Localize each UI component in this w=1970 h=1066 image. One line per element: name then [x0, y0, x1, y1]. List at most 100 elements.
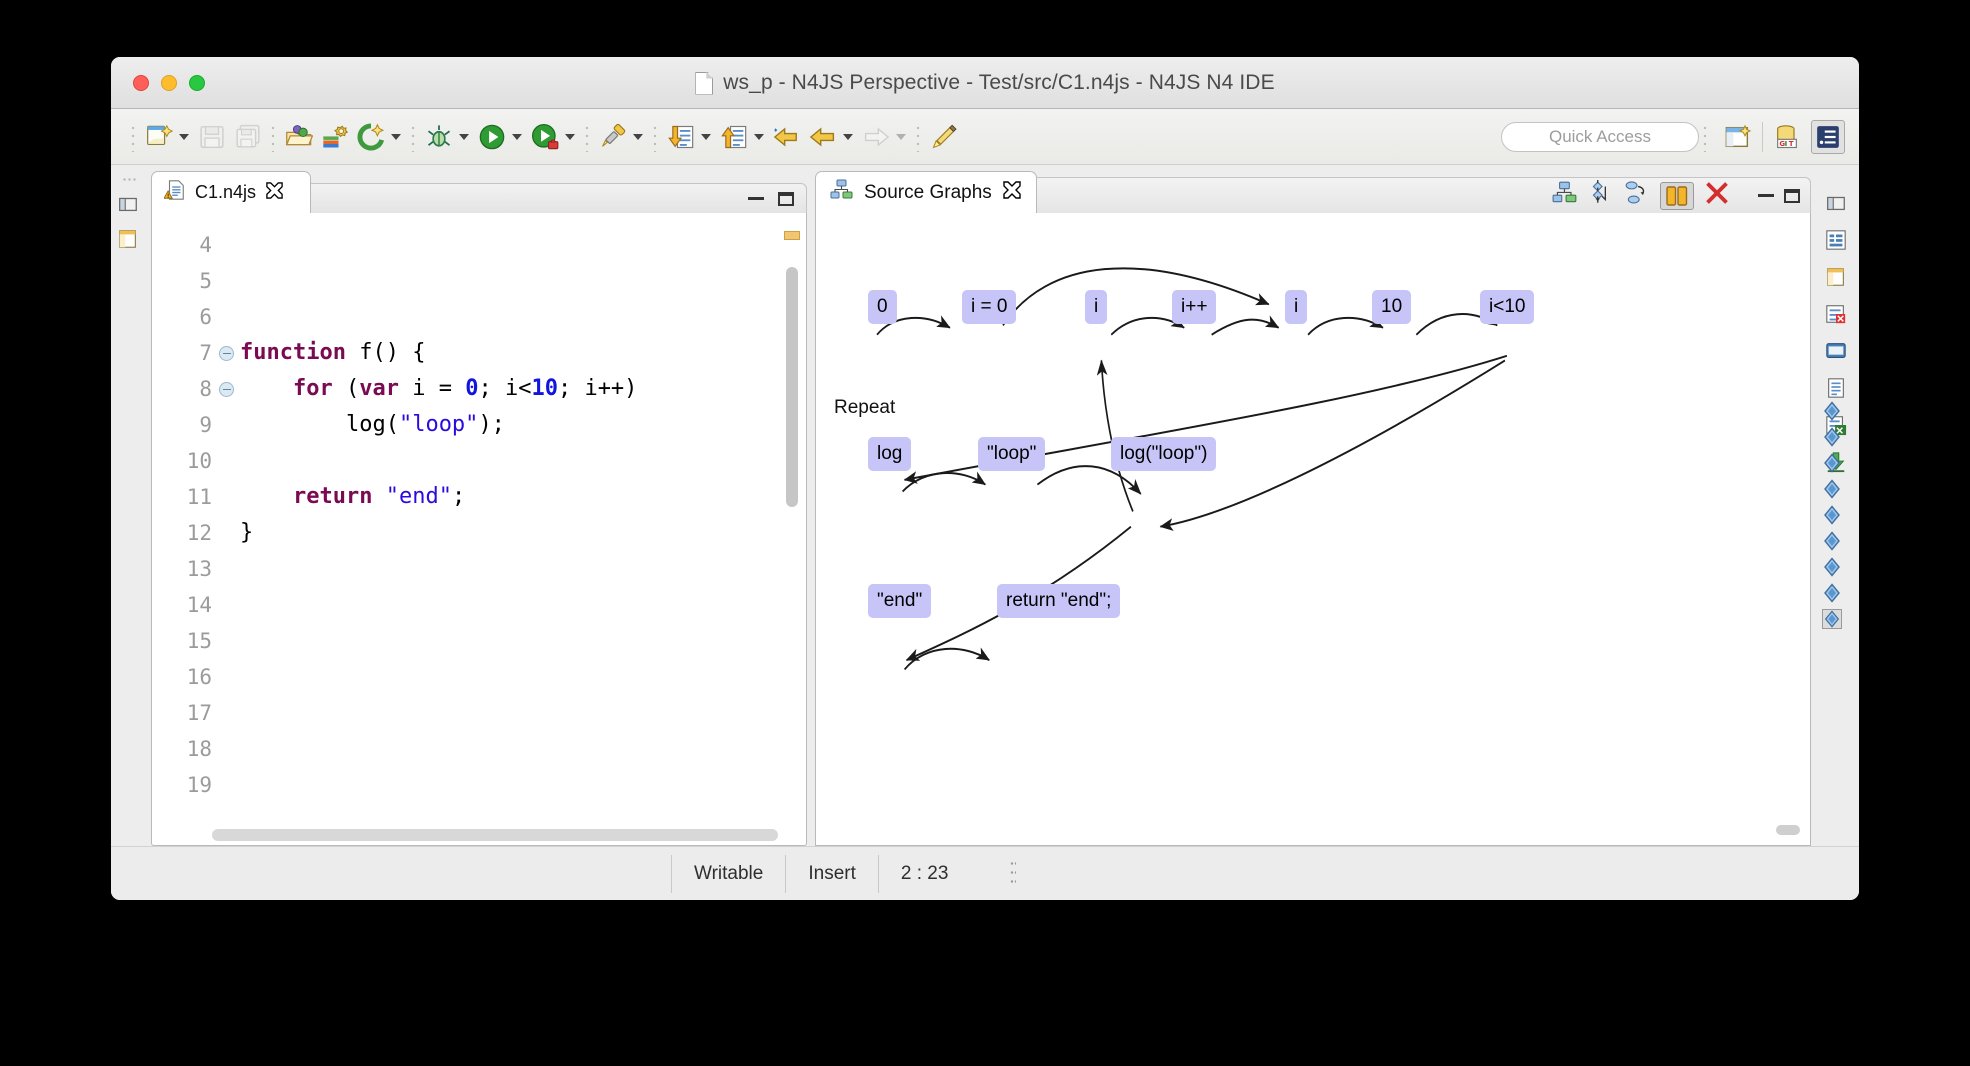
external-tools-icon[interactable]	[596, 120, 630, 154]
minimap-node-icon[interactable]	[1822, 401, 1842, 421]
line-number: 10	[186, 449, 212, 473]
code-token: 0	[465, 376, 479, 401]
build-icon[interactable]	[318, 120, 352, 154]
next-annotation-dropdown[interactable]	[701, 133, 711, 140]
open-perspective-icon[interactable]	[117, 227, 141, 251]
external-tools-dropdown[interactable]	[633, 133, 643, 140]
problems-view-icon[interactable]	[1825, 303, 1849, 327]
document-icon	[695, 72, 713, 95]
delete-icon[interactable]	[1704, 180, 1730, 211]
graph-node[interactable]: return "end";	[997, 584, 1121, 618]
rail-gripper[interactable]	[122, 177, 136, 183]
restore-icon[interactable]	[1825, 192, 1849, 216]
graph-node[interactable]: "loop"	[978, 437, 1046, 471]
vertical-scrollbar-thumb[interactable]	[786, 267, 798, 507]
run-icon[interactable]	[475, 120, 509, 154]
toolbar-gripper[interactable]	[915, 121, 922, 152]
minimap-node-icon[interactable]	[1822, 557, 1842, 577]
minimize-icon[interactable]	[748, 197, 764, 200]
line-number-gutter: 4 5 6 7 8 9 10 11 12 13 14 15 16 17 18 19	[152, 213, 234, 845]
fold-toggle-icon[interactable]	[219, 346, 234, 361]
graph-node[interactable]: log("loop")	[1111, 437, 1217, 471]
toolbar-gripper[interactable]	[652, 121, 659, 152]
console-view-icon[interactable]	[1825, 340, 1849, 364]
debug-dropdown[interactable]	[459, 133, 469, 140]
graph-node[interactable]: i = 0	[962, 290, 1017, 324]
data-flow-icon[interactable]	[1624, 180, 1650, 211]
minimap-node-icon[interactable]	[1822, 531, 1842, 551]
line-number: 18	[186, 737, 212, 761]
graph-node[interactable]: i<10	[1480, 290, 1535, 324]
minimize-icon[interactable]	[1758, 194, 1774, 197]
previous-annotation-dropdown[interactable]	[754, 133, 764, 140]
minimap-node-icon[interactable]	[1822, 505, 1842, 525]
new-wizard-dropdown[interactable]	[179, 133, 189, 140]
open-perspective-icon[interactable]	[1825, 266, 1849, 290]
pencil-icon[interactable]	[927, 120, 961, 154]
quick-access-input[interactable]: Quick Access	[1501, 122, 1699, 152]
toolbar-gripper[interactable]	[410, 121, 417, 152]
next-annotation-icon[interactable]	[664, 120, 698, 154]
new-wizard-icon[interactable]	[142, 120, 176, 154]
graph-node[interactable]: i	[1085, 290, 1108, 324]
minimap-node-icon[interactable]	[1822, 427, 1842, 447]
minimap-node-icon[interactable]	[1822, 453, 1842, 473]
outline-view-icon[interactable]	[1825, 229, 1849, 253]
back-icon[interactable]	[770, 120, 804, 154]
graph-tab-source-graphs[interactable]: Source Graphs	[815, 171, 1037, 213]
editor-panel: C1.n4js 4 5 6 7 8 9 10 11 12 13 14 15 16 17 18 19 funct…	[151, 171, 807, 846]
compile-icon[interactable]	[354, 120, 388, 154]
debug-icon[interactable]	[422, 120, 456, 154]
rail-gripper[interactable]	[1830, 173, 1844, 179]
line-number: 13	[186, 557, 212, 581]
graph-node[interactable]: log	[868, 437, 912, 471]
maximize-icon[interactable]	[778, 191, 794, 206]
line-number: 5	[199, 269, 212, 293]
graph-node[interactable]: 0	[868, 290, 897, 324]
open-resource-icon[interactable]	[282, 120, 316, 154]
previous-annotation-icon[interactable]	[717, 120, 751, 154]
control-flow-icon[interactable]	[1588, 180, 1614, 211]
editor-tab-label: C1.n4js	[195, 182, 257, 202]
code-line: for (var i = 0; i<10; i++)	[240, 371, 806, 407]
show-graph-icon[interactable]	[1552, 181, 1578, 210]
toggle-columns-icon[interactable]	[1660, 181, 1694, 210]
run-test-dropdown[interactable]	[565, 133, 575, 140]
toolbar-gripper[interactable]	[270, 121, 277, 152]
back-history-dropdown[interactable]	[843, 133, 853, 140]
graph-node[interactable]: "end"	[868, 584, 932, 618]
close-icon[interactable]	[1002, 180, 1022, 205]
graph-node[interactable]: i++	[1172, 290, 1217, 324]
graph-minimap[interactable]	[1819, 395, 1845, 842]
forward-dropdown[interactable]	[896, 133, 906, 140]
maximize-icon[interactable]	[1784, 188, 1800, 203]
toolbar-gripper[interactable]	[130, 121, 137, 152]
minimap-node-icon[interactable]	[1822, 479, 1842, 499]
back-history-icon[interactable]	[806, 120, 840, 154]
run-test-icon[interactable]	[528, 120, 562, 154]
editor-tab-c1-n4js[interactable]: C1.n4js	[151, 171, 311, 213]
code-token: i =	[398, 376, 466, 401]
run-dropdown[interactable]	[512, 133, 522, 140]
toolbar-gripper[interactable]	[1702, 122, 1709, 152]
graph-horizontal-scrollbar[interactable]	[1776, 825, 1800, 835]
n4js-perspective-icon[interactable]	[1811, 120, 1845, 154]
restore-icon[interactable]	[117, 193, 141, 217]
minimap-node-icon[interactable]	[1822, 583, 1842, 603]
horizontal-scrollbar[interactable]	[212, 829, 778, 841]
graph-canvas[interactable]: 0 i = 0 i i++ i 10 i<10 log "loop" log("loop") "en…	[815, 213, 1811, 846]
fold-toggle-icon[interactable]	[219, 382, 234, 397]
toolbar-gripper[interactable]	[584, 121, 591, 152]
vertical-scrollbar-track[interactable]	[786, 227, 802, 815]
graph-node[interactable]: i	[1285, 290, 1308, 324]
line-number: 19	[186, 773, 212, 797]
compile-dropdown[interactable]	[391, 133, 401, 140]
git-perspective-icon[interactable]: G I T	[1770, 120, 1804, 154]
close-icon[interactable]	[265, 181, 284, 205]
code-editor[interactable]: 4 5 6 7 8 9 10 11 12 13 14 15 16 17 18 19 function f() …	[151, 213, 807, 846]
code-text[interactable]: function f() { for (var i = 0; i<10; i++…	[214, 213, 806, 845]
new-perspective-icon[interactable]	[1721, 120, 1755, 154]
graph-node[interactable]: 10	[1372, 290, 1412, 324]
minimap-selected-node-icon[interactable]	[1822, 609, 1842, 629]
status-resize-grip[interactable]	[1010, 858, 1017, 889]
